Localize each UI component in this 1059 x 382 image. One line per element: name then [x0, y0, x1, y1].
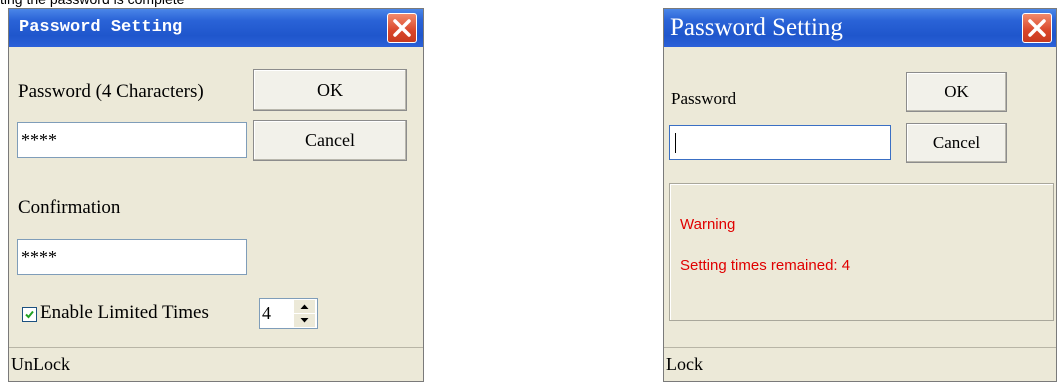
enable-limited-times-label: Enable Limited Times — [40, 302, 209, 323]
cancel-button[interactable]: Cancel — [906, 123, 1007, 163]
checkbox-checked-icon — [25, 310, 34, 319]
lock-status: Lock — [666, 354, 703, 374]
warning-title: Warning — [680, 216, 736, 233]
dialog-title: Password Setting — [670, 14, 843, 41]
title-bar: Password Setting — [664, 9, 1056, 47]
spin-up-icon — [300, 304, 309, 309]
password-label: Password — [671, 89, 737, 108]
close-button[interactable] — [1022, 13, 1052, 43]
enable-limited-times-checkbox[interactable] — [22, 307, 37, 322]
title-bar: Password Setting — [9, 9, 423, 47]
ok-button[interactable]: OK — [906, 72, 1007, 112]
warning-group — [669, 183, 1054, 321]
dialog-title: Password Setting — [19, 18, 183, 37]
close-icon — [1028, 19, 1046, 37]
ok-button[interactable]: OK — [253, 69, 407, 111]
password-label: Password (4 Characters) — [18, 81, 204, 102]
password-input[interactable] — [669, 125, 891, 160]
spin-up-button[interactable] — [294, 300, 315, 313]
close-button[interactable] — [387, 13, 417, 43]
lock-status: UnLock — [11, 354, 70, 374]
status-bar: UnLock — [9, 347, 423, 381]
close-icon — [393, 19, 411, 37]
text-caret — [675, 133, 676, 153]
confirmation-input[interactable]: **** — [17, 239, 247, 275]
password-setting-dialog-unlock: Password Setting Password (4 Characters)… — [8, 8, 424, 382]
warning-message: Setting times remained: 4 — [680, 257, 851, 274]
spin-down-button[interactable] — [294, 314, 315, 327]
spin-down-icon — [300, 318, 309, 323]
status-bar: Lock — [664, 347, 1056, 381]
password-setting-dialog-lock: Password Setting Password OK Cancel Warn… — [663, 8, 1057, 382]
password-input[interactable]: **** — [17, 122, 247, 158]
cancel-button[interactable]: Cancel — [253, 120, 407, 161]
confirmation-label: Confirmation — [18, 197, 121, 218]
